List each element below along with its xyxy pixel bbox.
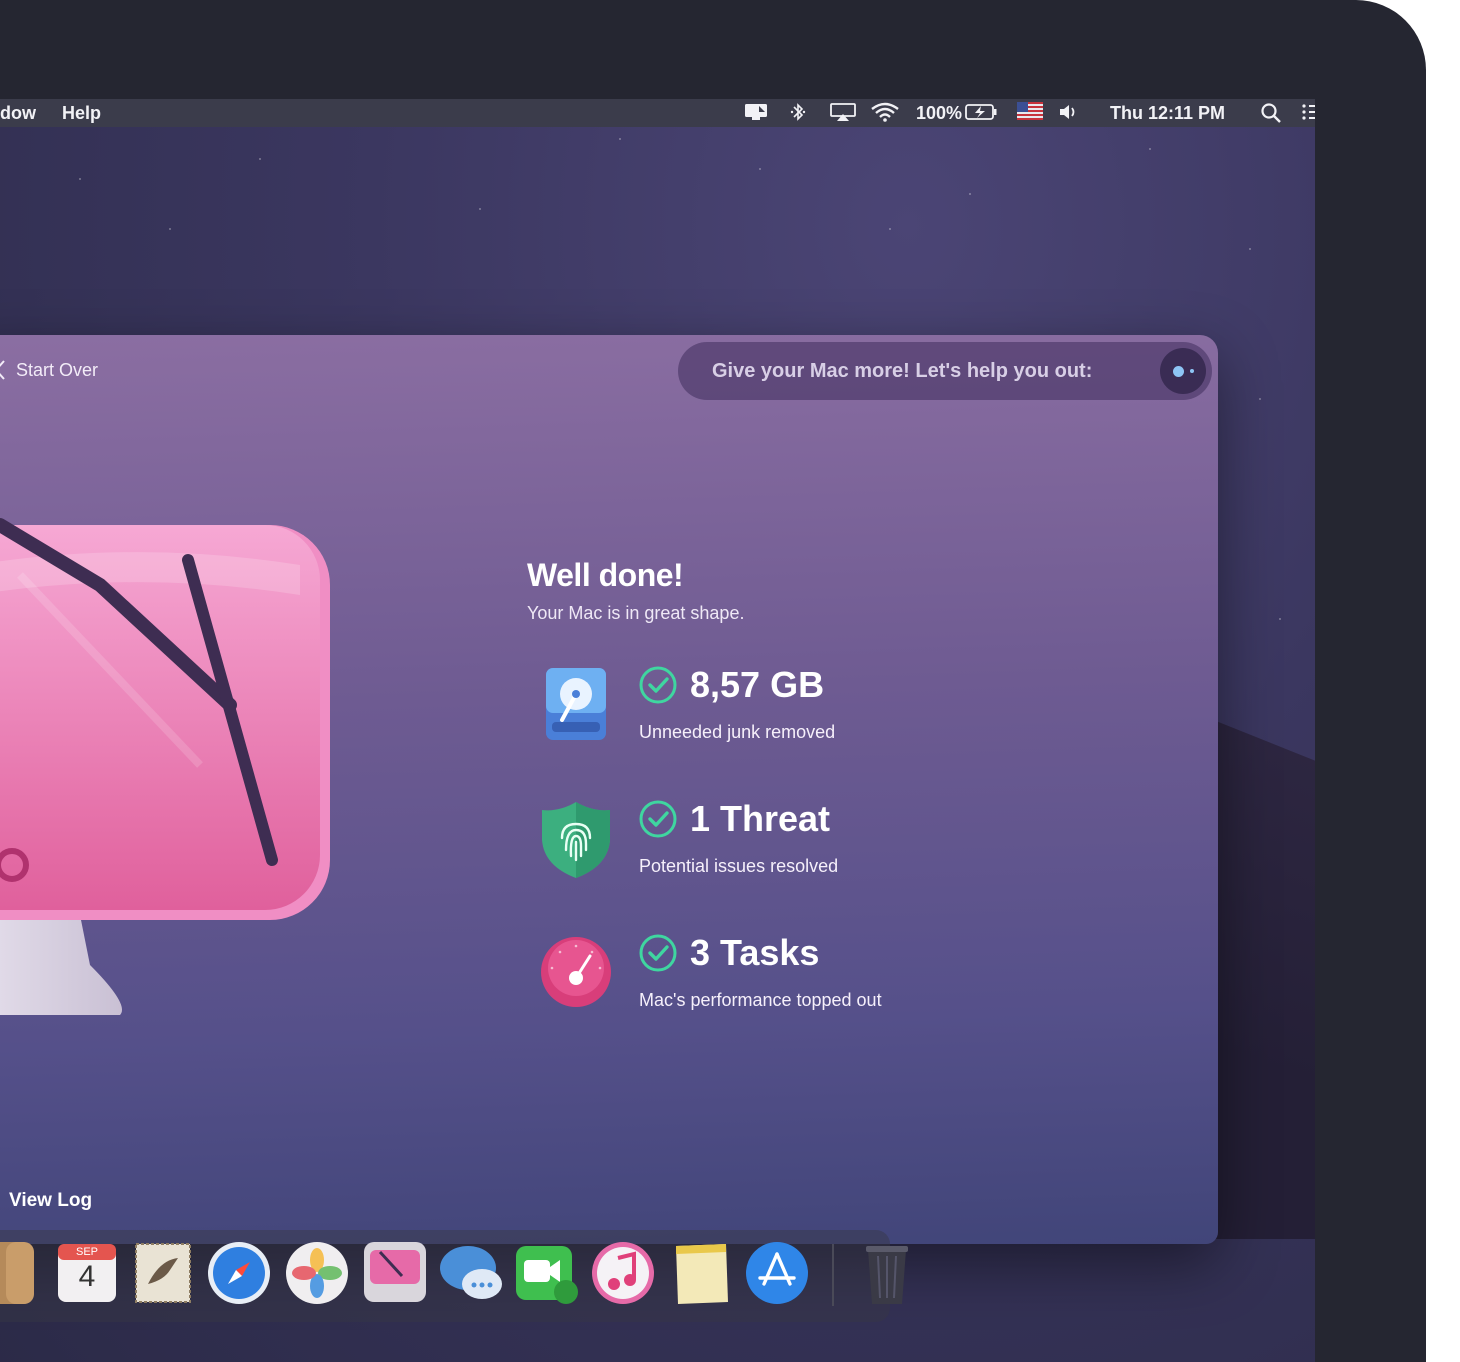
spotlight-search-icon[interactable] xyxy=(1260,102,1282,124)
stat-cleanup: 8,57 GB Unneeded junk removed xyxy=(538,664,1038,756)
stat-description: Mac's performance topped out xyxy=(639,990,882,1010)
speedometer-icon xyxy=(541,937,611,1007)
mail-icon[interactable] xyxy=(130,1240,196,1306)
assistant-dot-large xyxy=(1172,365,1184,377)
assistant-dots-icon[interactable] xyxy=(1160,348,1206,394)
bluetooth-icon[interactable] xyxy=(789,102,807,122)
check-circle-icon xyxy=(639,800,677,838)
promo-text: Give your Mac more! Let's help you out: xyxy=(712,359,1093,382)
app-store-icon[interactable] xyxy=(744,1240,810,1306)
start-over-label: Start Over xyxy=(16,359,99,380)
hard-drive-icon xyxy=(546,668,606,740)
view-log-link[interactable]: View Log xyxy=(9,1190,92,1212)
photos-icon[interactable] xyxy=(284,1240,350,1306)
notes-icon[interactable] xyxy=(668,1240,734,1306)
promo-banner[interactable]: Give your Mac more! Let's help you out: xyxy=(678,342,1212,400)
trash-icon[interactable] xyxy=(854,1240,920,1306)
check-circle-icon xyxy=(639,934,677,972)
start-over-button[interactable]: Start Over xyxy=(0,359,98,381)
cleanmymac-icon[interactable] xyxy=(362,1240,428,1306)
stat-speed: 3 Tasks Mac's performance topped out xyxy=(538,932,1038,1024)
assistant-dot-small xyxy=(1189,369,1194,373)
menu-help[interactable]: Help xyxy=(62,103,101,124)
stat-value: 1 Threat xyxy=(690,798,831,839)
facetime-icon[interactable] xyxy=(514,1240,580,1306)
calendar-icon[interactable]: SEP 4 xyxy=(54,1240,120,1306)
menubar-clock[interactable]: Thu 12:11 PM xyxy=(1110,103,1225,124)
battery-percent: 100% xyxy=(916,103,963,123)
display-icon[interactable] xyxy=(743,102,769,122)
headline: Well done! xyxy=(527,557,684,593)
volume-icon[interactable] xyxy=(1058,102,1080,122)
screen: dow Help 100% Thu 12:11 PM Start Over Gi… xyxy=(0,99,1315,1362)
stat-description: Unneeded junk removed xyxy=(639,722,836,742)
messages-icon[interactable] xyxy=(438,1240,504,1306)
airplay-icon[interactable] xyxy=(829,102,857,122)
safari-icon[interactable] xyxy=(206,1240,272,1306)
stat-value: 8,57 GB xyxy=(690,664,825,705)
stat-value: 3 Tasks xyxy=(690,932,820,973)
stat-protection: 1 Threat Potential issues resolved xyxy=(538,798,1038,890)
shield-fingerprint-icon xyxy=(542,802,610,878)
cleanmymac-illustration xyxy=(0,518,330,1015)
menu-bar: dow Help 100% Thu 12:11 PM xyxy=(0,99,1315,127)
check-circle-icon xyxy=(639,666,677,704)
calendar-day: 4 xyxy=(78,1260,96,1293)
stat-description: Potential issues resolved xyxy=(639,856,839,876)
calendar-month: SEP xyxy=(75,1246,98,1258)
wifi-icon[interactable] xyxy=(870,102,900,122)
chevron-left-icon xyxy=(0,360,5,380)
notification-center-icon[interactable] xyxy=(1301,102,1315,122)
itunes-icon[interactable] xyxy=(590,1240,656,1306)
flag-us-icon[interactable] xyxy=(1017,102,1043,120)
mac-device-bezel: dow Help 100% Thu 12:11 PM Start Over Gi… xyxy=(0,0,1426,1362)
battery-icon[interactable] xyxy=(964,102,998,122)
dock-separator xyxy=(832,1244,834,1306)
menu-window[interactable]: dow xyxy=(0,103,36,124)
finder-icon[interactable] xyxy=(0,1240,36,1306)
cleanmymac-window: Start Over Give your Mac more! Let's hel… xyxy=(0,335,1218,1244)
subline: Your Mac is in great shape. xyxy=(527,603,745,623)
